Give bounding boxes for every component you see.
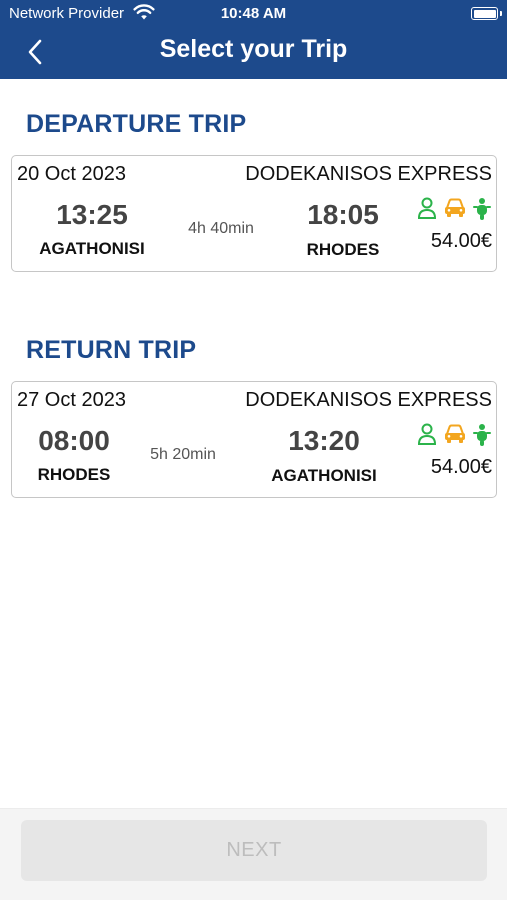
departure-trip-card[interactable]: 20 Oct 2023 DODEKANISOS EXPRESS 13:25 AG… (11, 155, 497, 272)
return-section-title: RETURN TRIP (26, 336, 197, 364)
trip-date: 27 Oct 2023 (17, 389, 126, 411)
arrival-time: 13:20 (288, 425, 360, 456)
motorbike-icon (473, 423, 491, 452)
clock: 10:48 AM (220, 5, 287, 22)
trip-price: 54.00€ (430, 456, 492, 478)
person-icon (417, 423, 437, 450)
status-bar: Network Provider 10:48 AM (0, 0, 507, 28)
app-header: Network Provider 10:48 AM Select your Tr… (0, 0, 507, 79)
return-trip-card[interactable]: 27 Oct 2023 DODEKANISOS EXPRESS 08:00 RH… (11, 381, 497, 498)
departure-port: RHODES (37, 465, 111, 484)
car-icon (443, 197, 467, 224)
trip-duration: 4h 40min (188, 220, 254, 237)
car-icon (443, 423, 467, 450)
departure-time: 13:25 (56, 199, 128, 230)
page-title: Select your Trip (159, 35, 348, 63)
vehicle-icons (417, 197, 495, 221)
operator-name: DODEKANISOS EXPRESS (245, 389, 492, 411)
motorbike-icon (473, 197, 491, 226)
arrival-time: 18:05 (307, 199, 379, 230)
vehicle-icons (417, 423, 495, 447)
arrival-port: RHODES (306, 240, 380, 259)
person-icon (417, 197, 437, 224)
departure-port: AGATHONISI (39, 239, 145, 258)
trip-price: 54.00€ (430, 230, 492, 252)
trip-duration: 5h 20min (150, 446, 216, 463)
arrival-port: AGATHONISI (271, 466, 377, 485)
battery-cap (500, 11, 502, 16)
footer-bar: NEXT (0, 808, 507, 900)
operator-name: DODEKANISOS EXPRESS (245, 163, 492, 185)
next-button[interactable]: NEXT (21, 820, 487, 881)
battery-icon (471, 7, 498, 20)
departure-section-title: DEPARTURE TRIP (26, 110, 247, 138)
trip-date: 20 Oct 2023 (17, 163, 126, 185)
